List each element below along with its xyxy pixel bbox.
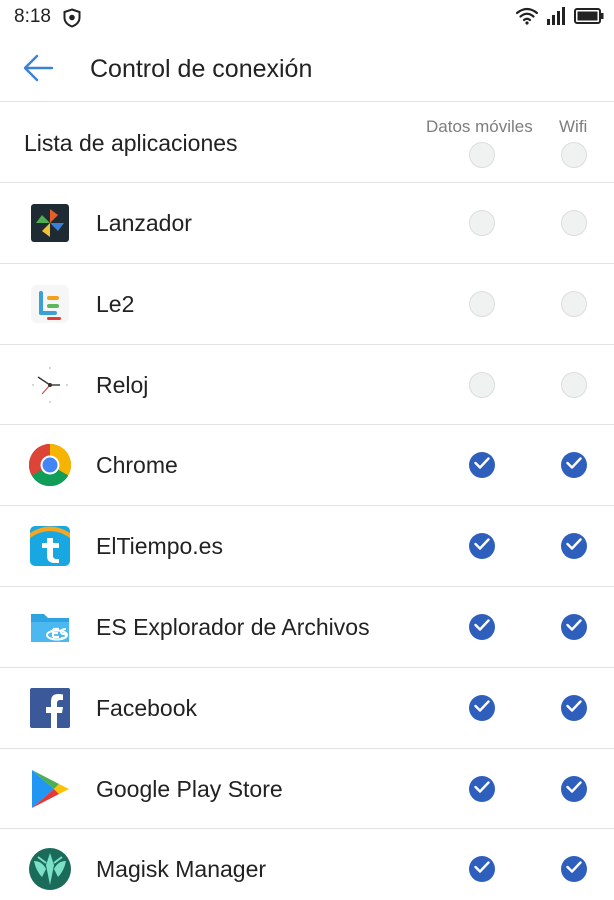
mobile-data-checkbox[interactable]	[469, 210, 495, 236]
app-name: Chrome	[96, 452, 178, 479]
checkmark-icon	[566, 618, 582, 636]
wifi-icon	[515, 7, 539, 30]
checkmark-icon	[474, 699, 490, 717]
checkmark-icon	[566, 456, 582, 474]
checkmark-icon	[566, 780, 582, 798]
column-label-wifi: Wifi	[559, 117, 588, 136]
play-store-icon	[28, 767, 72, 811]
mobile-data-checkbox[interactable]	[469, 775, 495, 802]
wifi-checkbox[interactable]	[561, 210, 587, 236]
checkmark-icon	[474, 537, 490, 555]
app-bar: Control de conexión	[0, 36, 614, 102]
list-header: Lista de aplicaciones Datos móviles Wifi	[0, 102, 614, 183]
app-name: ES Explorador de Archivos	[96, 613, 370, 640]
list-item: Facebook	[0, 668, 614, 749]
es-explorer-icon	[28, 605, 72, 649]
le2-icon	[28, 282, 72, 326]
wifi-checkbox[interactable]	[561, 533, 587, 560]
mobile-data-checkbox[interactable]	[469, 694, 495, 721]
wifi-checkbox[interactable]	[561, 371, 587, 398]
select-all-wifi-checkbox[interactable]	[561, 142, 587, 168]
checkmark-icon	[474, 860, 490, 878]
mobile-data-checkbox[interactable]	[469, 371, 495, 398]
wifi-checkbox[interactable]	[561, 452, 587, 479]
app-name: Reloj	[96, 371, 149, 398]
app-name: Facebook	[96, 694, 198, 721]
app-list: Lanzador Le2 Reloj Chrome ElTiempo.es ES…	[0, 183, 614, 900]
list-item: Le2	[0, 264, 614, 345]
mobile-data-checkbox[interactable]	[469, 452, 495, 479]
checkmark-icon	[474, 618, 490, 636]
list-item: ElTiempo.es	[0, 506, 614, 587]
mobile-data-checkbox[interactable]	[469, 856, 495, 883]
facebook-icon	[28, 686, 72, 730]
column-label-mobile-data: Datos móviles	[426, 117, 533, 136]
arrow-left-icon	[22, 54, 54, 87]
wifi-checkbox[interactable]	[561, 775, 587, 802]
app-name: Google Play Store	[96, 775, 283, 802]
app-name: Lanzador	[96, 210, 192, 236]
mobile-data-checkbox[interactable]	[469, 533, 495, 560]
checkmark-icon	[474, 456, 490, 474]
list-item: Magisk Manager	[0, 829, 614, 900]
checkmark-icon	[474, 780, 490, 798]
mobile-data-checkbox[interactable]	[469, 613, 495, 640]
select-all-mobile-checkbox[interactable]	[469, 142, 495, 168]
list-item: Chrome	[0, 425, 614, 507]
wifi-checkbox[interactable]	[561, 856, 587, 883]
magisk-icon	[28, 847, 72, 891]
list-item: Lanzador	[0, 183, 614, 264]
back-button[interactable]	[16, 48, 60, 92]
shield-icon	[62, 8, 82, 28]
status-time: 8:18	[14, 6, 51, 27]
checkmark-icon	[566, 537, 582, 555]
page-title: Control de conexión	[90, 55, 313, 83]
status-bar: 8:18	[0, 0, 614, 36]
app-name: Magisk Manager	[96, 856, 267, 883]
checkmark-icon	[566, 860, 582, 878]
chrome-icon	[28, 443, 72, 487]
list-header-title: Lista de aplicaciones	[24, 130, 238, 156]
eltiempo-icon	[28, 524, 72, 568]
list-item: Google Play Store	[0, 749, 614, 830]
wifi-checkbox[interactable]	[561, 613, 587, 640]
checkmark-icon	[566, 699, 582, 717]
wifi-checkbox[interactable]	[561, 290, 587, 317]
battery-icon	[574, 7, 604, 29]
clock-icon	[28, 363, 72, 407]
list-item: Reloj	[0, 345, 614, 426]
wifi-checkbox[interactable]	[561, 694, 587, 721]
lanzador-icon	[28, 201, 72, 245]
signal-icon	[546, 6, 566, 30]
app-name: ElTiempo.es	[96, 533, 223, 560]
app-name: Le2	[96, 290, 135, 317]
status-icons	[515, 6, 604, 30]
mobile-data-checkbox[interactable]	[469, 290, 495, 317]
list-item: ES Explorador de Archivos	[0, 587, 614, 668]
